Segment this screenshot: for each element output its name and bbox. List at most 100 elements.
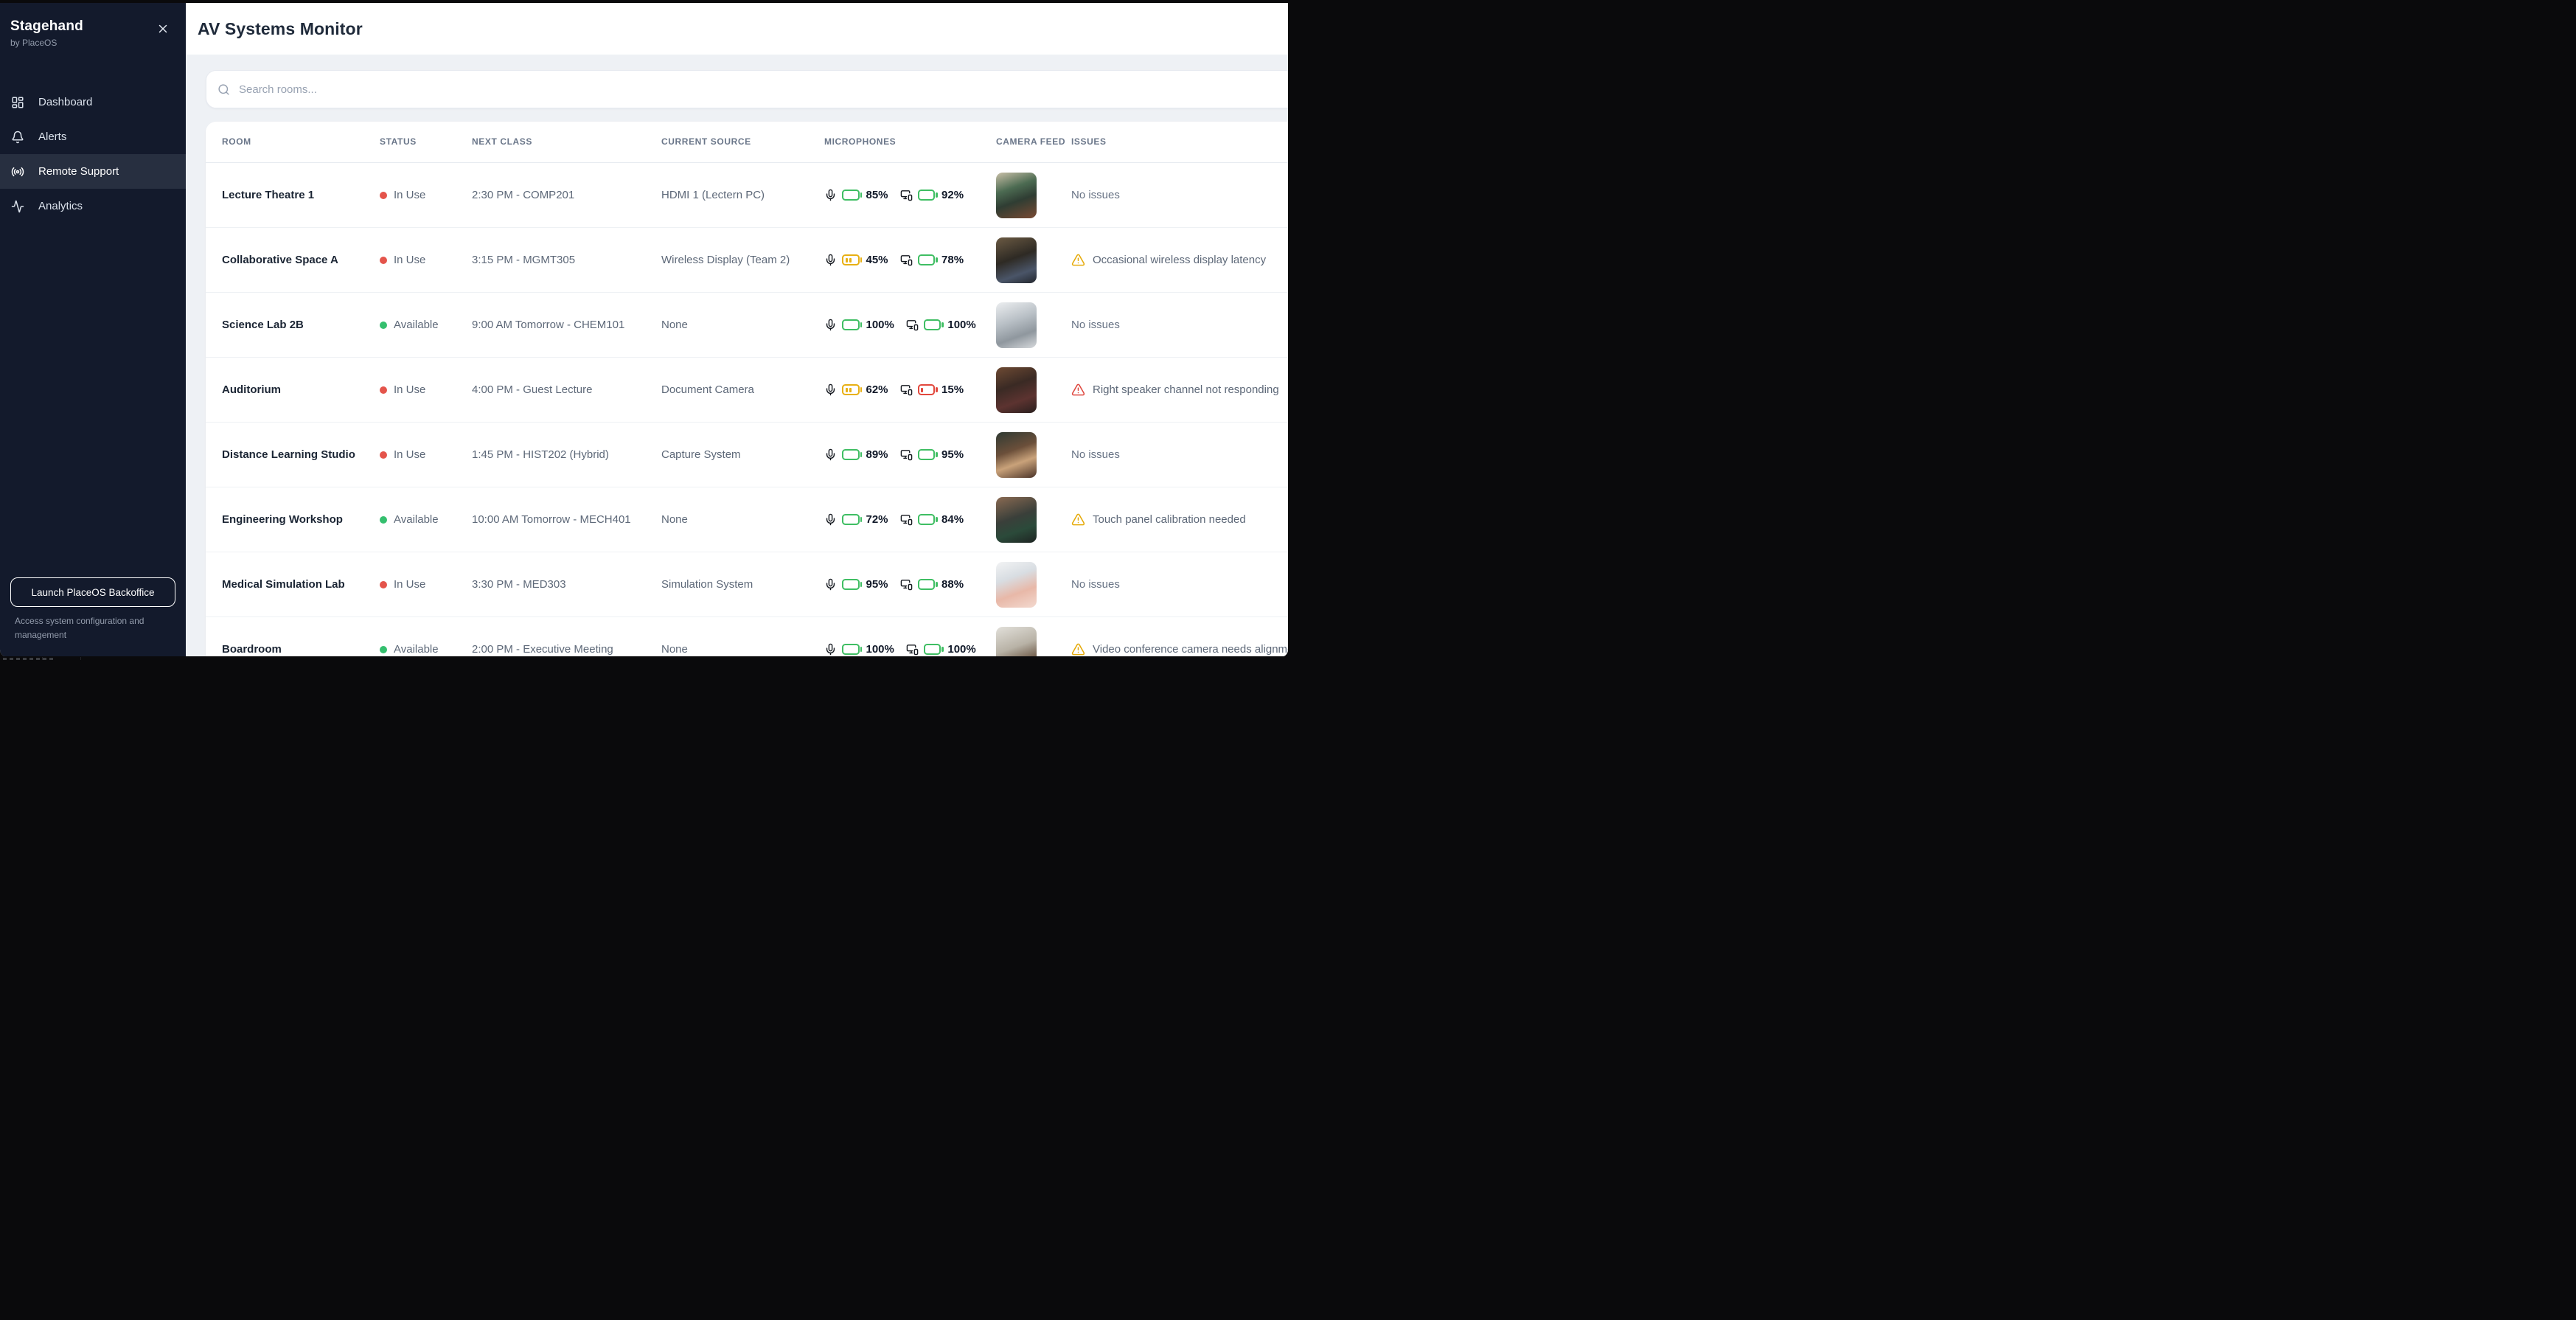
- room-status: In Use: [380, 448, 472, 461]
- table-row[interactable]: Auditorium In Use 4:00 PM - Guest Lectur…: [206, 358, 1288, 423]
- display-icon: [900, 189, 913, 201]
- room-name: Lecture Theatre 1: [222, 189, 380, 201]
- column-header-issues: Issues: [1071, 135, 1288, 149]
- sidebar-item-analytics[interactable]: Analytics: [0, 189, 186, 223]
- rooms-table: Room Status Next Class Current Source Mi…: [206, 122, 1288, 657]
- next-class: 10:00 AM Tomorrow - MECH401: [472, 513, 661, 526]
- room-name: Science Lab 2B: [222, 319, 380, 331]
- display-battery-icon: [918, 254, 936, 265]
- microphone-icon: [824, 189, 837, 201]
- sidebar-item-label: Alerts: [38, 131, 66, 143]
- table-row[interactable]: Science Lab 2B Available 9:00 AM Tomorro…: [206, 293, 1288, 358]
- mic-battery-icon: [842, 319, 860, 330]
- display-battery-percent: 92%: [941, 189, 964, 201]
- mic-battery-percent: 89%: [866, 448, 888, 461]
- issue-text: Touch panel calibration needed: [1093, 513, 1246, 526]
- device-levels: 62% 15%: [824, 383, 996, 396]
- issue-cell: No issues: [1071, 448, 1288, 461]
- display-battery-percent: 88%: [941, 578, 964, 591]
- sidebar-item-dashboard[interactable]: Dashboard: [0, 85, 186, 119]
- search-bar: [206, 70, 1288, 108]
- issue-text: No issues: [1071, 319, 1120, 331]
- room-name: Auditorium: [222, 383, 380, 396]
- display-icon: [900, 254, 913, 266]
- table-row[interactable]: Engineering Workshop Available 10:00 AM …: [206, 487, 1288, 552]
- microphone-icon: [824, 319, 837, 331]
- sidebar-header: Stagehand by PlaceOS: [0, 3, 186, 48]
- status-dot: [380, 386, 387, 394]
- room-status: Available: [380, 319, 472, 331]
- display-battery-percent: 84%: [941, 513, 964, 526]
- column-header-room: Room: [222, 135, 380, 149]
- status-dot: [380, 451, 387, 459]
- mic-battery-percent: 45%: [866, 254, 888, 266]
- camera-feed-thumbnail-collaborative-space-feed[interactable]: [996, 237, 1037, 283]
- mic-battery-icon: [842, 190, 860, 201]
- issue-cell: No issues: [1071, 578, 1288, 591]
- issue-cell: Occasional wireless display latency: [1071, 253, 1288, 267]
- device-levels: 95% 88%: [824, 578, 996, 591]
- table-row[interactable]: Distance Learning Studio In Use 1:45 PM …: [206, 423, 1288, 487]
- table-header-row: Room Status Next Class Current Source Mi…: [206, 122, 1288, 163]
- camera-feed-thumbnail-learning-studio-feed[interactable]: [996, 432, 1037, 478]
- room-status: In Use: [380, 383, 472, 396]
- display-battery-percent: 95%: [941, 448, 964, 461]
- sidebar-item-alerts[interactable]: Alerts: [0, 119, 186, 154]
- activity-icon: [11, 200, 24, 213]
- status-label: Available: [394, 513, 439, 526]
- camera-feed-thumbnail-science-lab-feed[interactable]: [996, 302, 1037, 348]
- status-dot: [380, 516, 387, 524]
- current-source: None: [661, 643, 824, 656]
- mic-battery-percent: 62%: [866, 383, 888, 396]
- issue-text: No issues: [1071, 578, 1120, 591]
- warning-triangle-icon: [1071, 513, 1085, 527]
- status-dot: [380, 646, 387, 653]
- launch-backoffice-button[interactable]: Launch PlaceOS Backoffice: [10, 577, 175, 607]
- next-class: 3:30 PM - MED303: [472, 578, 661, 591]
- table-row[interactable]: Medical Simulation Lab In Use 3:30 PM - …: [206, 552, 1288, 617]
- sidebar-item-remote-support[interactable]: Remote Support: [0, 154, 186, 189]
- camera-feed-thumbnail-auditorium-feed[interactable]: [996, 367, 1037, 413]
- camera-feed-thumbnail-medical-sim-feed[interactable]: [996, 562, 1037, 608]
- display-battery-icon: [918, 190, 936, 201]
- column-header-current-source: Current Source: [661, 135, 824, 149]
- microphone-icon: [824, 643, 837, 656]
- display-battery-icon: [918, 579, 936, 590]
- mic-battery-percent: 100%: [866, 643, 894, 656]
- device-levels: 45% 78%: [824, 254, 996, 266]
- table-row[interactable]: Collaborative Space A In Use 3:15 PM - M…: [206, 228, 1288, 293]
- table-row[interactable]: Boardroom Available 2:00 PM - Executive …: [206, 617, 1288, 657]
- status-label: In Use: [394, 448, 425, 461]
- room-status: In Use: [380, 254, 472, 266]
- taskbar-text-remnant: [3, 658, 55, 660]
- current-source: None: [661, 319, 824, 331]
- room-status: Available: [380, 513, 472, 526]
- display-battery-icon: [918, 449, 936, 460]
- room-status: Available: [380, 643, 472, 656]
- taskbar-strip: [0, 656, 1288, 660]
- current-source: None: [661, 513, 824, 526]
- issue-cell: Right speaker channel not responding: [1071, 383, 1288, 397]
- table-row[interactable]: Lecture Theatre 1 In Use 2:30 PM - COMP2…: [206, 163, 1288, 228]
- camera-feed-thumbnail-workshop-feed[interactable]: [996, 497, 1037, 543]
- display-icon: [900, 383, 913, 396]
- sidebar-item-label: Remote Support: [38, 165, 119, 178]
- display-icon: [906, 643, 919, 656]
- camera-feed-thumbnail-classroom-feed[interactable]: [996, 173, 1037, 218]
- display-battery-icon: [924, 319, 941, 330]
- sidebar-item-label: Analytics: [38, 200, 83, 212]
- microphone-icon: [824, 578, 837, 591]
- close-sidebar-icon[interactable]: [156, 22, 170, 35]
- app-logo-subtitle: by PlaceOS: [10, 38, 175, 48]
- search-input[interactable]: [237, 83, 1288, 97]
- app-window: Stagehand by PlaceOS Dashboard Alerts Re…: [0, 3, 1288, 657]
- status-label: Available: [394, 643, 439, 656]
- page-header: AV Systems Monitor: [186, 3, 1288, 55]
- table-body: Lecture Theatre 1 In Use 2:30 PM - COMP2…: [206, 163, 1288, 657]
- issue-text: No issues: [1071, 189, 1120, 201]
- next-class: 4:00 PM - Guest Lecture: [472, 383, 661, 396]
- status-dot: [380, 257, 387, 264]
- content: Room Status Next Class Current Source Mi…: [186, 55, 1288, 657]
- next-class: 1:45 PM - HIST202 (Hybrid): [472, 448, 661, 461]
- camera-feed-thumbnail-boardroom-feed[interactable]: [996, 627, 1037, 657]
